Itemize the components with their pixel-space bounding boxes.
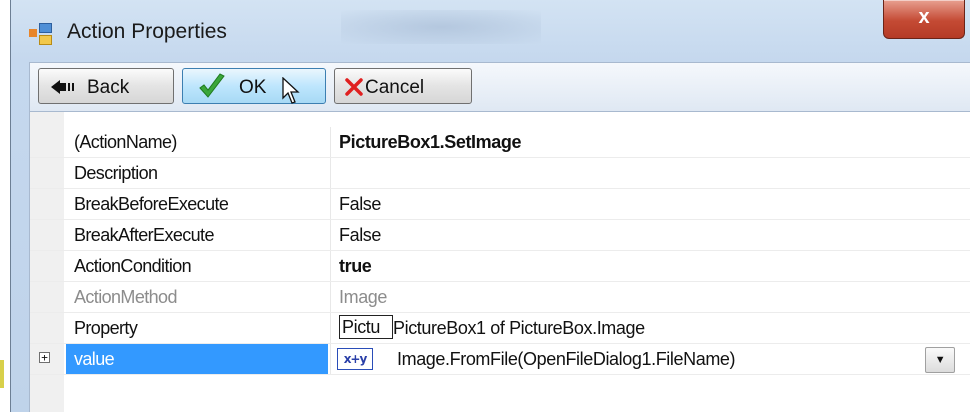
mouse-pointer-icon (282, 77, 300, 104)
property-name: value (66, 344, 328, 375)
expression-icon[interactable]: x+y (337, 348, 373, 370)
property-row-breakbeforeexecute[interactable]: BreakBeforeExecute False (30, 189, 970, 220)
property-row-actioncondition[interactable]: ActionCondition true (30, 251, 970, 282)
cancel-button[interactable]: Cancel (334, 68, 472, 104)
back-label: Back (87, 77, 130, 98)
property-value: Image (330, 282, 970, 313)
property-row-description[interactable]: Description (30, 158, 970, 189)
property-name: (ActionName) (74, 132, 177, 152)
property-row-breakafterexecute[interactable]: BreakAfterExecute False (30, 220, 970, 251)
title-bar: Action Properties x (11, 0, 970, 62)
close-button[interactable]: x (883, 0, 965, 39)
back-arrow-icon (51, 80, 74, 94)
window-title: Action Properties (67, 20, 227, 43)
property-name: Property (74, 318, 138, 338)
action-properties-window: Action Properties x Back OK Cancel (Acti… (10, 0, 970, 412)
property-name: BreakBeforeExecute (74, 194, 229, 214)
close-icon: x (918, 6, 930, 28)
property-value-text: Image.FromFile(OpenFileDialog1.FileName) (397, 349, 736, 369)
background-mark (0, 360, 4, 388)
property-name: ActionCondition (74, 256, 192, 276)
background-edge (0, 0, 10, 412)
property-grid: (ActionName) PictureBox1.SetImage Descri… (29, 112, 970, 412)
property-name: ActionMethod (74, 287, 177, 307)
red-x-icon (345, 78, 363, 96)
property-value[interactable]: False (330, 189, 970, 220)
properties-window-icon (29, 23, 53, 45)
title-bar-glow (341, 10, 541, 44)
property-value[interactable]: False (330, 220, 970, 251)
property-value-box[interactable]: Pictu (339, 315, 393, 339)
ok-button[interactable]: OK (182, 68, 326, 104)
property-row-actionmethod: ActionMethod Image (30, 282, 970, 313)
property-value[interactable] (330, 158, 970, 189)
ok-label: OK (239, 77, 267, 98)
property-value[interactable]: x+y Image.FromFile(OpenFileDialog1.FileN… (330, 344, 970, 375)
property-row-value[interactable]: + value x+y Image.FromFile(OpenFileDialo… (30, 344, 970, 375)
plus-expander-icon[interactable]: + (39, 352, 50, 363)
property-value-text: PictureBox1 of PictureBox.Image (393, 318, 645, 338)
property-name: Description (74, 163, 158, 183)
green-check-icon (199, 73, 225, 98)
property-value[interactable]: true (330, 251, 970, 282)
property-name: BreakAfterExecute (74, 225, 214, 245)
cancel-label: Cancel (365, 77, 425, 98)
property-row-actionname[interactable]: (ActionName) PictureBox1.SetImage (30, 127, 970, 158)
property-value[interactable]: Pictu PictureBox1 of PictureBox.Image (330, 313, 970, 344)
property-value[interactable]: PictureBox1.SetImage (330, 127, 970, 158)
row-separator (30, 374, 970, 375)
dropdown-arrow-icon: ▼ (934, 354, 946, 366)
dropdown-button[interactable]: ▼ (925, 347, 955, 373)
property-row-property[interactable]: Property Pictu PictureBox1 of PictureBox… (30, 313, 970, 344)
toolbar: Back OK Cancel (29, 62, 970, 112)
back-button[interactable]: Back (38, 68, 174, 104)
